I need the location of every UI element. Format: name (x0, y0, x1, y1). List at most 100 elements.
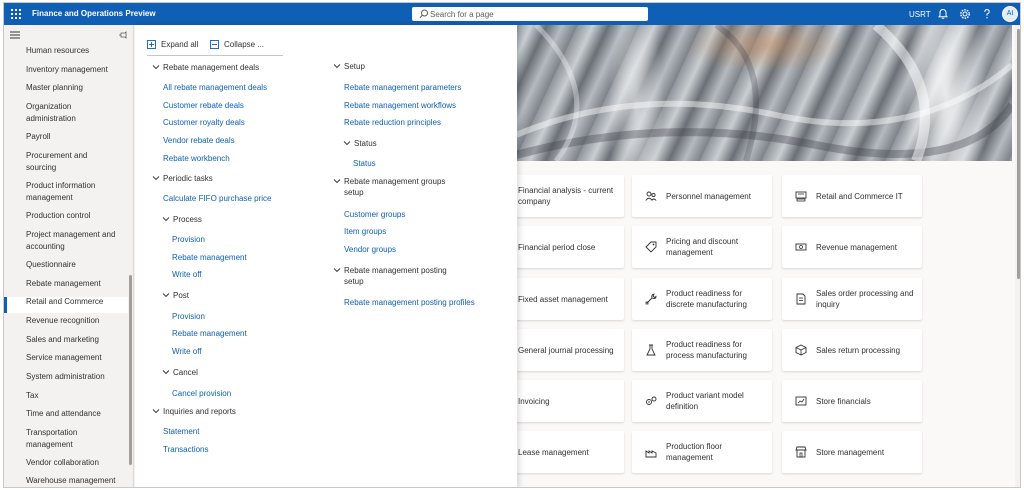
link-rebate-reduction-principles[interactable]: Rebate reduction principles (344, 117, 441, 128)
nav-item-time-and-attendance[interactable]: Time and attendance (26, 408, 126, 420)
nav-item-production-control[interactable]: Production control (26, 210, 126, 222)
workspace-scrollbar[interactable] (1015, 25, 1020, 487)
flyout-divider (147, 55, 283, 56)
module-flyout: Expand all Collapse ... Rebate managemen… (135, 25, 517, 487)
tile-revenue-management[interactable]: Revenue management (782, 226, 922, 268)
nav-item-questionnaire[interactable]: Questionnaire (26, 259, 126, 271)
company-selector[interactable]: USRT (909, 10, 931, 19)
link-calculate-fifo-purchase-price[interactable]: Calculate FIFO purchase price (163, 193, 272, 204)
navigation-pane: Human resources Inventory management Mas… (4, 25, 134, 487)
tag-icon (645, 241, 657, 253)
chevron-down-icon (343, 141, 351, 146)
link-rebate-workbench[interactable]: Rebate workbench (163, 153, 230, 164)
nav-item-human-resources[interactable]: Human resources (26, 45, 126, 57)
chevron-down-icon (333, 64, 341, 69)
register-icon (795, 191, 807, 202)
store-icon (795, 446, 807, 458)
nav-item-organization-administration[interactable]: Organization administration (26, 101, 112, 125)
link-status[interactable]: Status (353, 158, 376, 169)
chevron-down-icon (333, 268, 341, 273)
tile-general-journal-processing[interactable]: General journal processing (504, 329, 624, 371)
top-bar: Finance and Operations Preview USRT AI (4, 3, 1020, 25)
search-input[interactable] (430, 8, 630, 20)
tile-retail-and-commerce-it[interactable]: Retail and Commerce IT (782, 175, 922, 217)
nav-item-service-management[interactable]: Service management (26, 352, 126, 364)
tile-pricing-and-discount-management[interactable]: Pricing and discount management (632, 226, 772, 268)
nav-item-project-management-and-accounting[interactable]: Project management and accounting (26, 229, 118, 253)
nav-item-rebate-management[interactable]: Rebate management (26, 278, 126, 290)
workspace-scrollbar-thumb[interactable] (1017, 29, 1020, 279)
link-rebate-management-parameters[interactable]: Rebate management parameters (344, 82, 461, 93)
avatar[interactable]: AI (1002, 6, 1018, 22)
nav-item-inventory-management[interactable]: Inventory management (26, 64, 126, 76)
link-rebate-management-workflows[interactable]: Rebate management workflows (344, 100, 456, 111)
waffle-icon[interactable] (11, 9, 21, 19)
chevron-down-icon (152, 65, 160, 70)
tile-invoicing[interactable]: Invoicing (504, 380, 624, 422)
link-post-write-off[interactable]: Write off (172, 346, 202, 357)
search-icon (419, 9, 428, 19)
document-icon (796, 293, 806, 305)
pin-icon[interactable] (119, 30, 129, 40)
tile-fixed-asset-management[interactable]: Fixed asset management (504, 278, 624, 320)
nav-item-payroll[interactable]: Payroll (26, 131, 126, 143)
tile-store-management[interactable]: Store management (782, 431, 922, 473)
tile-sales-order-processing[interactable]: Sales order processing and inquiry (782, 278, 922, 320)
tile-product-readiness-process[interactable]: Product readiness for process manufactur… (632, 329, 772, 371)
link-vendor-rebate-deals[interactable]: Vendor rebate deals (163, 135, 235, 146)
link-process-rebate-management[interactable]: Rebate management (172, 252, 247, 263)
nav-item-product-information-management[interactable]: Product information management (26, 180, 106, 204)
tile-product-readiness-discrete[interactable]: Product readiness for discrete manufactu… (632, 278, 772, 320)
nav-item-master-planning[interactable]: Master planning (26, 82, 126, 94)
package-return-icon (795, 344, 807, 356)
link-customer-groups[interactable]: Customer groups (344, 209, 405, 220)
nav-item-procurement-and-sourcing[interactable]: Procurement and sourcing (26, 150, 116, 174)
nav-item-tax[interactable]: Tax (26, 390, 126, 402)
flask-icon (646, 344, 656, 356)
tile-store-financials[interactable]: Store financials (782, 380, 922, 422)
gear-icon[interactable] (959, 8, 971, 20)
link-cancel-provision[interactable]: Cancel provision (172, 388, 231, 399)
tile-financial-period-close[interactable]: Financial period close (504, 226, 624, 268)
hero-pattern (516, 25, 1012, 161)
hamburger-icon[interactable] (10, 31, 20, 39)
nav-item-warehouse-management[interactable]: Warehouse management (26, 475, 126, 487)
app-window: Finance and Operations Preview USRT AI (3, 2, 1021, 488)
link-item-groups[interactable]: Item groups (344, 226, 386, 237)
link-all-rebate-management-deals[interactable]: All rebate management deals (163, 82, 267, 93)
tile-personnel-management[interactable]: Personnel management (632, 175, 772, 217)
chevron-down-icon (162, 293, 170, 298)
link-process-write-off[interactable]: Write off (172, 269, 202, 280)
link-process-provision[interactable]: Provision (172, 234, 205, 245)
nav-scrollbar[interactable] (129, 275, 132, 465)
link-transactions[interactable]: Transactions (163, 444, 209, 455)
money-icon (795, 243, 807, 251)
nav-selected-indicator (4, 297, 7, 313)
link-post-provision[interactable]: Provision (172, 311, 205, 322)
people-icon (645, 191, 657, 201)
link-vendor-groups[interactable]: Vendor groups (344, 244, 396, 255)
link-customer-rebate-deals[interactable]: Customer rebate deals (163, 100, 244, 111)
link-customer-royalty-deals[interactable]: Customer royalty deals (163, 117, 245, 128)
tile-production-floor-management[interactable]: Production floor management (632, 431, 772, 473)
link-statement[interactable]: Statement (163, 426, 199, 437)
chevron-down-icon (152, 176, 160, 181)
nav-item-sales-and-marketing[interactable]: Sales and marketing (26, 334, 126, 346)
help-icon[interactable] (981, 8, 993, 20)
nav-item-revenue-recognition[interactable]: Revenue recognition (26, 315, 126, 327)
nav-item-vendor-collaboration[interactable]: Vendor collaboration (26, 457, 126, 469)
nav-item-transportation-management[interactable]: Transportation management (26, 427, 110, 451)
link-post-rebate-management[interactable]: Rebate management (172, 328, 247, 339)
tile-sales-return-processing[interactable]: Sales return processing (782, 329, 922, 371)
nav-item-system-administration[interactable]: System administration (26, 371, 126, 383)
chevron-down-icon (162, 217, 170, 222)
cogs-icon (646, 396, 657, 405)
tile-lease-management[interactable]: Lease management (504, 431, 624, 473)
link-rebate-management-posting-profiles[interactable]: Rebate management posting profiles (344, 297, 475, 308)
tile-financial-analysis[interactable]: Financial analysis - current company (504, 175, 624, 217)
tile-product-variant-model-definition[interactable]: Product variant model definition (632, 380, 772, 422)
bell-icon[interactable] (937, 8, 949, 20)
search-box[interactable] (412, 7, 648, 21)
chevron-down-icon (162, 370, 170, 375)
nav-item-retail-and-commerce[interactable]: Retail and Commerce (26, 296, 126, 308)
